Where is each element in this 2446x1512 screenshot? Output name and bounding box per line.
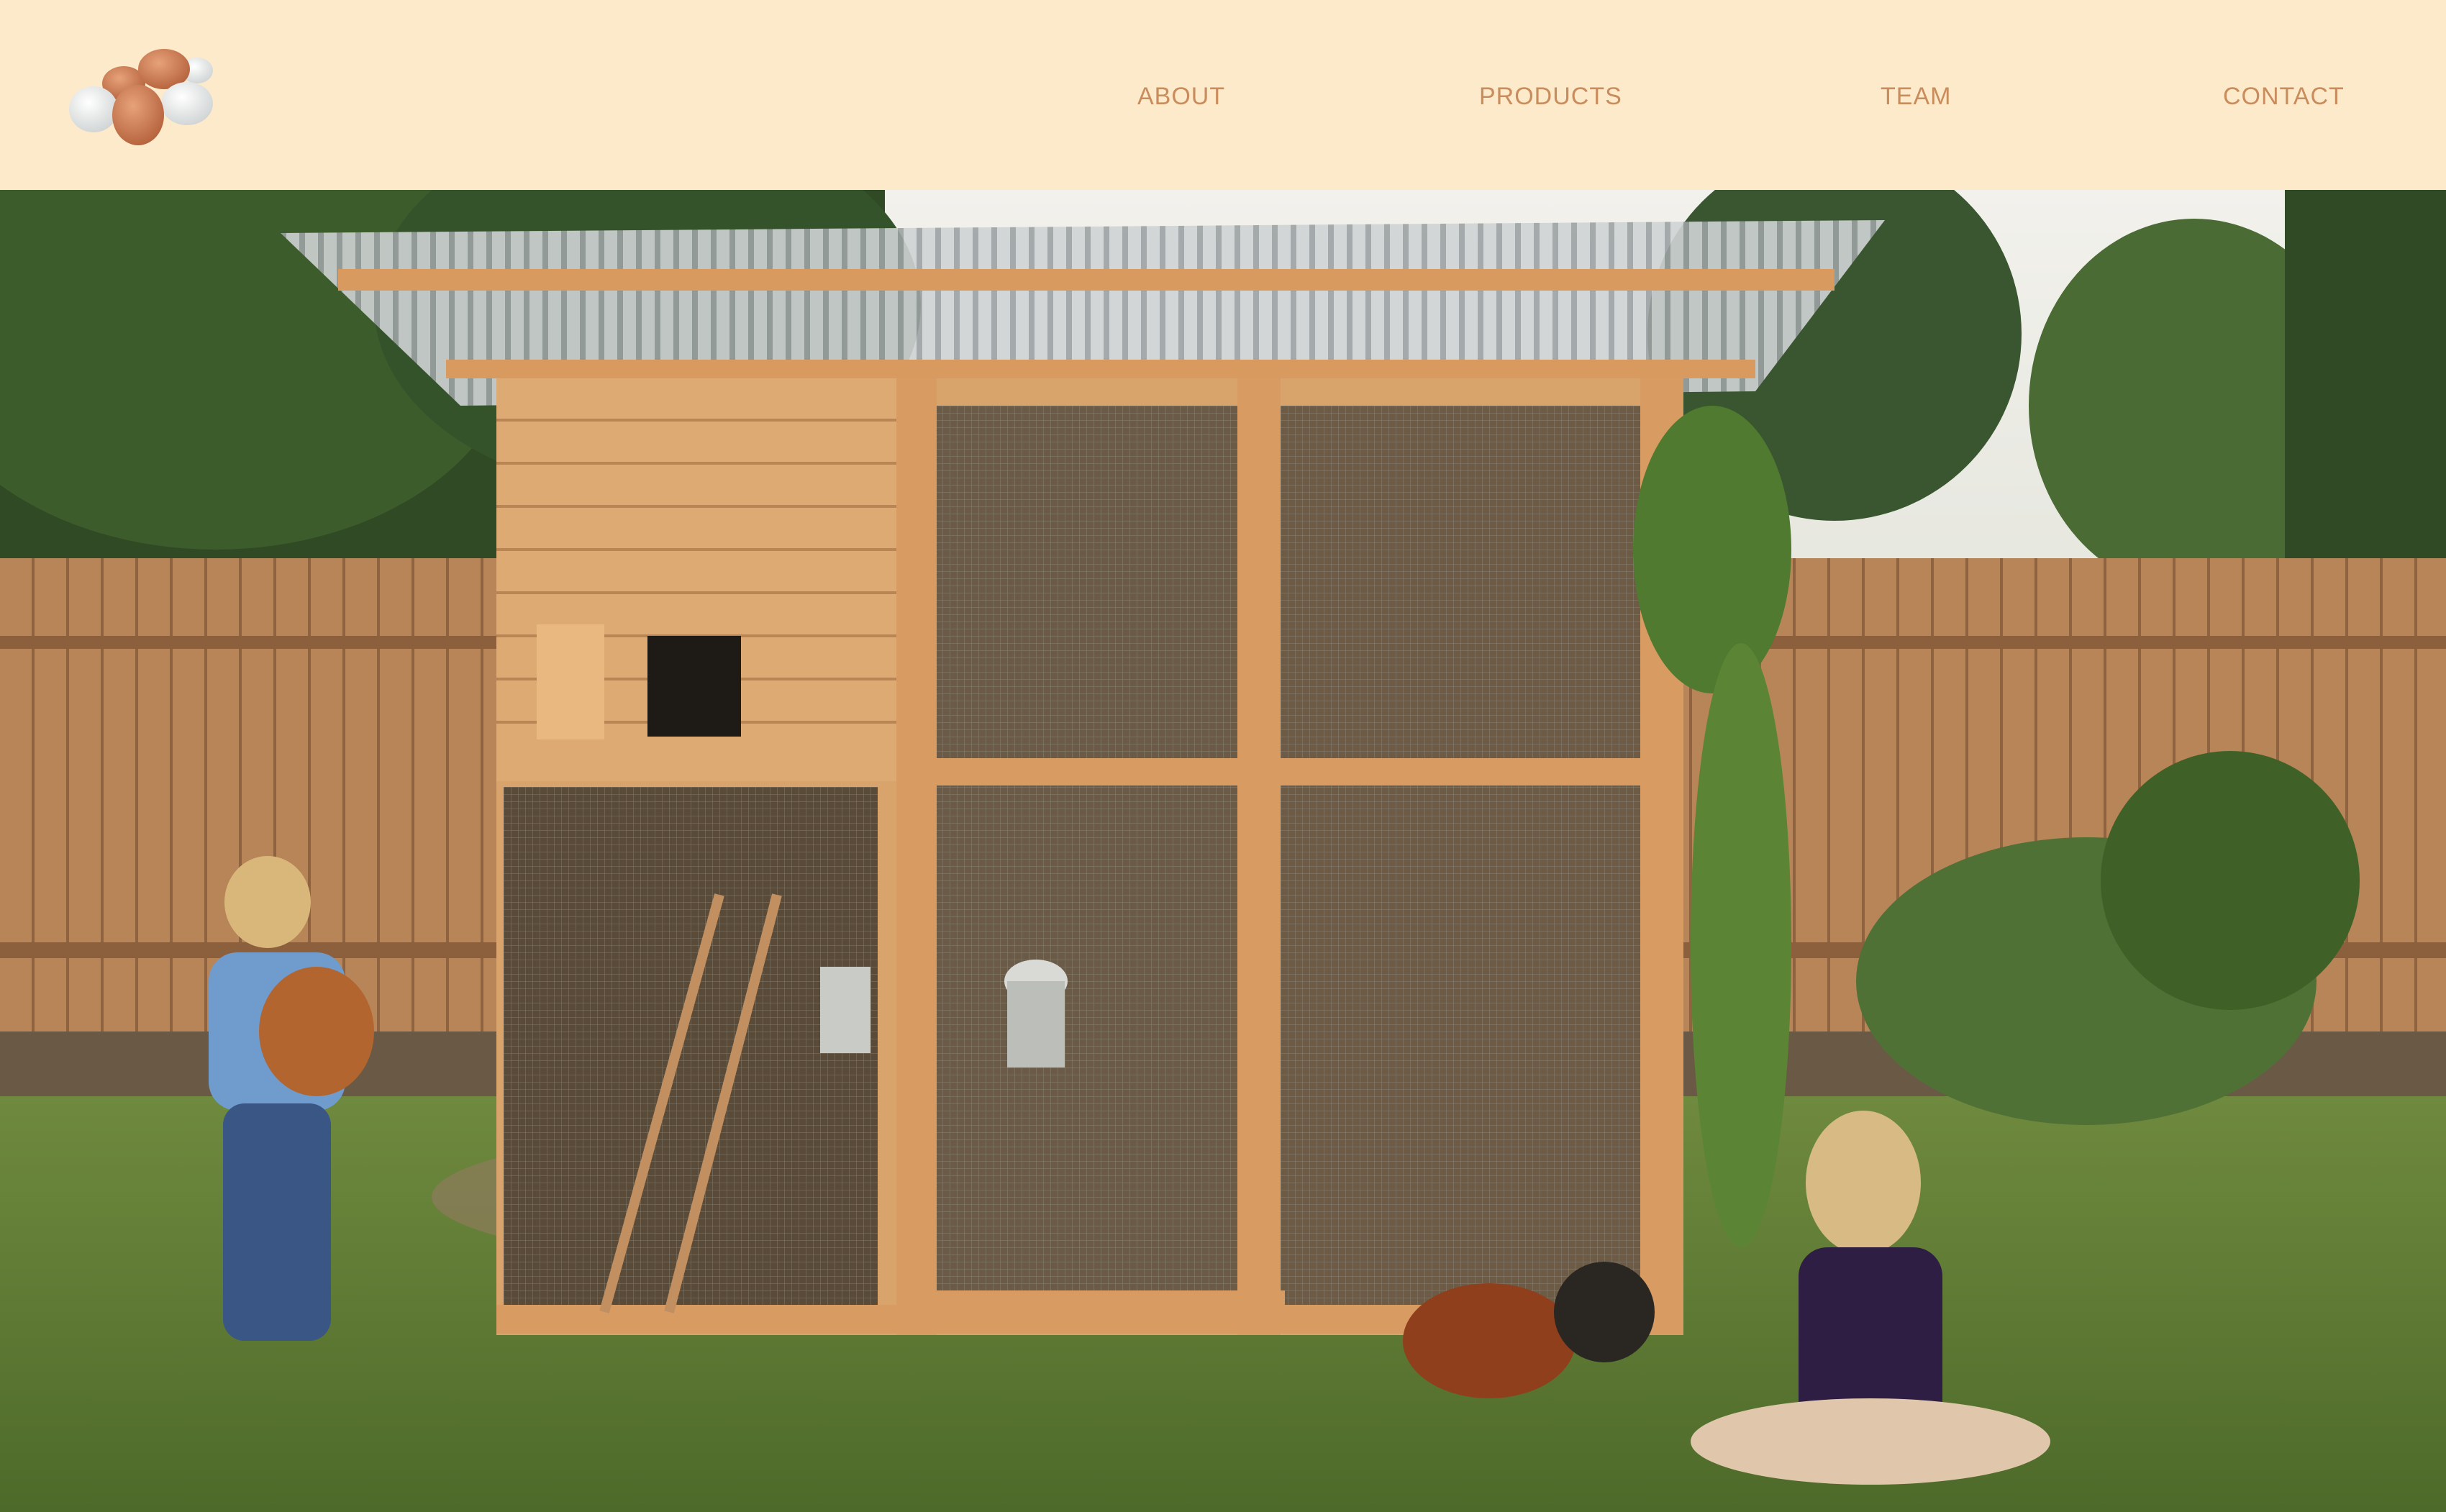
main-nav: ABOUT PRODUCTS TEAM CONTACT [0,0,2446,190]
nav-about-link[interactable]: ABOUT [1137,82,1225,111]
hero-image [0,190,2446,1512]
nav-team-link[interactable]: TEAM [1881,82,1951,111]
nav-products-link[interactable]: PRODUCTS [1479,82,1622,111]
site-header: ABOUT PRODUCTS TEAM CONTACT [0,0,2446,190]
nav-contact-link[interactable]: CONTACT [2223,82,2345,111]
